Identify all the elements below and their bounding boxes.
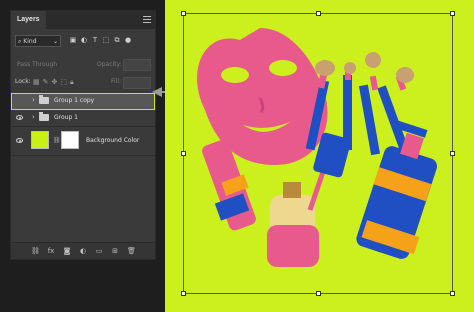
transform-handle[interactable]	[450, 151, 455, 156]
panel-bottom-bar: ⛓ fx ◙ ◐ ▭ ⊞ 🗑︎	[11, 242, 155, 259]
image-filter-icon[interactable]: ▣	[69, 36, 77, 44]
layer-thumbnail[interactable]	[31, 131, 49, 149]
eye-icon[interactable]	[16, 115, 23, 120]
lock-label: Lock:	[15, 78, 31, 85]
lock-all-icon[interactable]: 🔒︎	[70, 78, 74, 87]
type-filter-icon[interactable]: T	[91, 36, 99, 44]
chevron-down-icon: ⌄	[52, 38, 58, 45]
lock-image-icon[interactable]: ✎	[43, 78, 49, 87]
transform-handle[interactable]	[450, 291, 455, 296]
delete-icon[interactable]: 🗑︎	[127, 247, 136, 255]
new-layer-icon[interactable]: ⊞	[111, 247, 119, 255]
tab-layers[interactable]: Layers	[11, 11, 46, 29]
transform-handle[interactable]	[181, 11, 186, 16]
blend-row: Pass Through Opacity:	[15, 59, 151, 71]
mask-icon[interactable]: ◙	[63, 247, 71, 255]
transform-handle[interactable]	[181, 291, 186, 296]
fill-input[interactable]	[123, 77, 151, 89]
layer-name: Group 1 copy	[54, 97, 95, 104]
lock-transparent-icon[interactable]: ▦	[33, 78, 40, 87]
filter-kind-label: Kind	[23, 38, 37, 45]
opacity-label: Opacity:	[97, 61, 122, 68]
lock-position-icon[interactable]: ✥	[52, 78, 58, 87]
folder-icon	[39, 95, 49, 104]
filter-toggle-icon[interactable]: ●	[124, 36, 132, 44]
transform-handle[interactable]	[316, 11, 321, 16]
mask-thumbnail[interactable]	[61, 131, 79, 149]
panel-menu-icon[interactable]	[143, 16, 151, 25]
opacity-input[interactable]	[123, 59, 151, 71]
layer-row-background-color[interactable]: ⛓ Background Color	[11, 127, 155, 156]
blend-mode-select[interactable]: Pass Through	[15, 59, 79, 70]
smart-object-filter-icon[interactable]: ⧉	[113, 36, 121, 44]
layers-panel: Layers ⌕ Kind ⌄ ▣ ◐ T ⬚ ⧉ ● Pass Through…	[10, 10, 156, 260]
chevron-right-icon[interactable]: ›	[32, 113, 35, 121]
transform-handle[interactable]	[450, 11, 455, 16]
lock-row: Lock: ▦ ✎ ✥ ⬚ 🔒︎ Fill:	[15, 77, 151, 89]
new-group-icon[interactable]: ▭	[95, 247, 103, 255]
lock-artboard-icon[interactable]: ⬚	[60, 78, 67, 87]
transform-handle[interactable]	[316, 291, 321, 296]
fx-icon[interactable]: fx	[47, 247, 55, 255]
chain-link-icon: ⛓	[53, 137, 61, 144]
chevron-right-icon[interactable]: ›	[32, 96, 35, 104]
adjustment-filter-icon[interactable]: ◐	[80, 36, 88, 44]
adjustment-icon[interactable]: ◐	[79, 247, 87, 255]
layer-name: Group 1	[54, 114, 78, 121]
layer-name: Background Color	[86, 137, 140, 144]
panel-tab-bar: Layers	[11, 11, 155, 29]
search-icon: ⌕	[18, 38, 22, 45]
layer-row-group-1[interactable]: › Group 1	[11, 110, 155, 127]
document-canvas[interactable]	[165, 0, 474, 312]
fill-label: Fill:	[111, 78, 122, 85]
filter-kind-select[interactable]: ⌕ Kind ⌄	[15, 35, 61, 47]
layer-list: › Group 1 copy › Group 1 ⛓ Background Co…	[11, 93, 155, 156]
layer-row-group-1-copy[interactable]: › Group 1 copy	[11, 93, 155, 110]
shape-filter-icon[interactable]: ⬚	[102, 36, 110, 44]
transform-bounding-box[interactable]	[181, 11, 455, 296]
eye-icon[interactable]	[16, 138, 23, 143]
folder-icon	[39, 112, 49, 121]
link-layers-icon[interactable]: ⛓	[31, 247, 40, 255]
transform-handle[interactable]	[181, 151, 186, 156]
filter-row: ⌕ Kind ⌄ ▣ ◐ T ⬚ ⧉ ●	[15, 35, 151, 49]
visibility-toggle[interactable]	[15, 97, 23, 105]
